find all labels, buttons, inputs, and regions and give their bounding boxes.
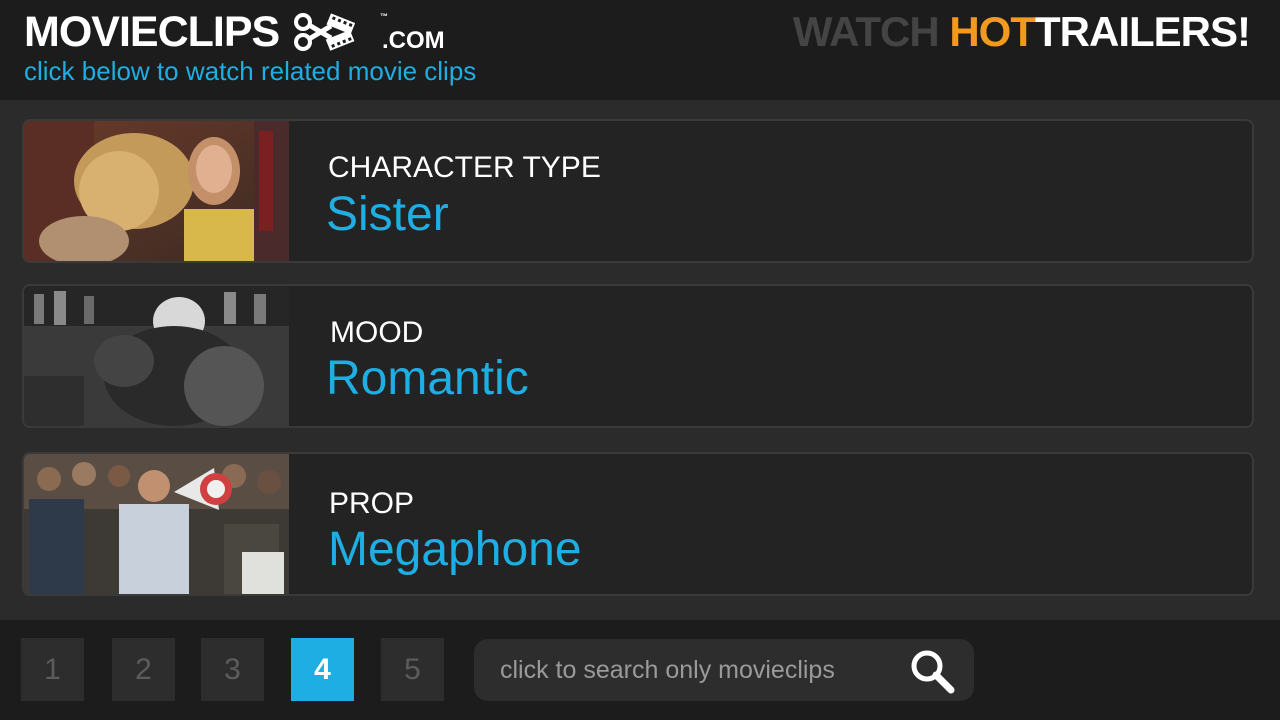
logo-trademark: ™ [380,12,388,21]
category-label: MOOD [330,316,424,349]
scissors-film-icon [293,12,356,52]
promo-hot-text: HOT [949,8,1036,55]
related-clip-card-character-type[interactable]: CHARACTER TYPE Sister [22,119,1254,263]
category-value: Sister [326,188,449,241]
promo-trailers-text: TRAILERS! [1035,8,1251,55]
page-button-1[interactable]: 1 [21,638,84,701]
category-label: CHARACTER TYPE [328,151,601,184]
search-placeholder: click to search only movieclips [500,656,835,684]
footer-bar: 1 2 3 4 5 click to search only movieclip… [0,620,1280,720]
header-bar: MOVIECLIPS ™ .COM click below to watch r… [0,0,1280,100]
page-button-2[interactable]: 2 [112,638,175,701]
category-value: Romantic [326,352,529,405]
clip-thumbnail [24,286,289,426]
category-value: Megaphone [328,523,582,576]
movieclips-logo[interactable]: MOVIECLIPS [24,8,356,56]
clip-thumbnail [24,121,289,261]
page-button-5[interactable]: 5 [381,638,444,701]
related-clip-card-prop[interactable]: PROP Megaphone [22,452,1254,596]
related-clip-card-mood[interactable]: MOOD Romantic [22,284,1254,428]
logo-domain: .COM [382,27,445,54]
page-button-3[interactable]: 3 [201,638,264,701]
search-input[interactable]: click to search only movieclips [474,639,974,701]
watch-hot-trailers-link[interactable]: WATCH HOTTRAILERS! [792,8,1251,56]
page-button-4-active[interactable]: 4 [291,638,354,701]
promo-watch-text: WATCH [792,8,950,55]
search-icon[interactable] [908,647,956,695]
category-label: PROP [329,487,415,520]
header-subtitle: click below to watch related movie clips [24,56,477,86]
clip-thumbnail [24,454,289,594]
logo-text: MOVIECLIPS [24,8,280,56]
